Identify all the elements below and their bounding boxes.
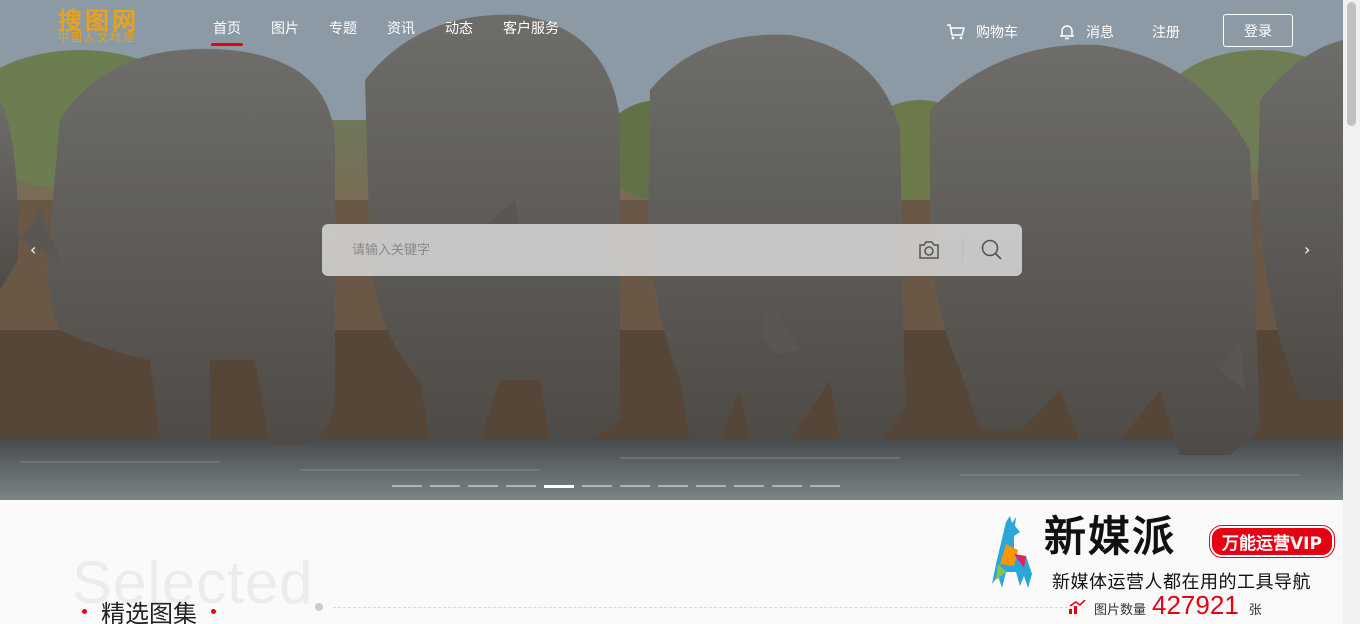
camera-icon[interactable] xyxy=(918,240,940,260)
carousel-dot[interactable] xyxy=(810,485,840,487)
count-label: 图片数量 xyxy=(1094,603,1147,618)
messages-label: 消息 xyxy=(1086,25,1114,41)
carousel-dot[interactable] xyxy=(506,485,536,487)
hero-banner[interactable]: 搜图网 中国人文地理 首页 图片 专题 资讯 动态 客户服务 购物车 消息 注册… xyxy=(0,0,1343,500)
scrollbar-thumb[interactable] xyxy=(1347,2,1356,126)
user-nav: 购物车 消息 注册 xyxy=(946,20,1180,44)
divider-dot xyxy=(315,603,323,611)
carousel-prev-arrow[interactable]: ‹ xyxy=(30,240,36,259)
carousel-dot[interactable] xyxy=(734,485,764,487)
carousel-dot[interactable] xyxy=(468,485,498,487)
main-nav: 首页 图片 专题 资讯 动态 客户服务 xyxy=(200,18,589,46)
carousel-dot[interactable] xyxy=(696,485,726,487)
divider-line xyxy=(333,607,1068,608)
nav-item-updates[interactable]: 动态 xyxy=(445,18,473,46)
ad-badge: 万能运营VIP xyxy=(1210,526,1334,557)
carousel-dot[interactable] xyxy=(430,485,460,487)
cart-label: 购物车 xyxy=(976,25,1018,41)
search-icon[interactable] xyxy=(980,238,1004,262)
messages-link[interactable]: 消息 xyxy=(1058,22,1114,42)
carousel-next-arrow[interactable]: › xyxy=(1304,240,1310,259)
carousel-dot[interactable] xyxy=(392,485,422,487)
ad-banner[interactable]: 新媒派 万能运营VIP 新媒体运营人都在用的工具导航 xyxy=(984,510,1343,600)
nav-item-topics[interactable]: 专题 xyxy=(329,18,357,46)
title-dot xyxy=(211,609,216,614)
deer-logo-icon xyxy=(992,516,1032,588)
title-dot xyxy=(82,609,87,614)
nav-item-customer-service[interactable]: 客户服务 xyxy=(503,18,559,46)
carousel-dot[interactable] xyxy=(658,485,688,487)
bell-icon xyxy=(1060,25,1074,40)
nav-item-pictures[interactable]: 图片 xyxy=(271,18,299,46)
carousel-dot[interactable] xyxy=(620,485,650,487)
carousel-dot[interactable] xyxy=(582,485,612,487)
section-title: 精选图集 xyxy=(82,594,230,624)
top-navigation-bar: 搜图网 中国人文地理 首页 图片 专题 资讯 动态 客户服务 购物车 消息 注册… xyxy=(0,0,1343,60)
nav-item-home[interactable]: 首页 xyxy=(211,18,243,46)
chart-trend-icon xyxy=(1069,600,1086,614)
vertical-scrollbar[interactable] xyxy=(1343,0,1360,624)
logo-sub-text: 中国人文地理 xyxy=(58,31,136,44)
search-bar xyxy=(322,224,1022,276)
ad-title: 新媒派 xyxy=(1044,512,1177,561)
register-link[interactable]: 注册 xyxy=(1152,22,1180,42)
search-input[interactable] xyxy=(322,224,902,276)
nav-item-news[interactable]: 资讯 xyxy=(387,18,415,46)
image-count: 图片数量 427921 张 xyxy=(1068,590,1262,621)
carousel-dot[interactable] xyxy=(544,485,574,488)
site-logo[interactable]: 搜图网 中国人文地理 xyxy=(58,8,158,48)
login-button[interactable]: 登录 xyxy=(1223,14,1293,47)
count-value: 427921 xyxy=(1152,590,1239,620)
search-divider xyxy=(962,238,963,262)
count-unit: 张 xyxy=(1248,603,1262,618)
carousel-indicators xyxy=(392,485,848,488)
cart-icon xyxy=(947,24,965,40)
cart-link[interactable]: 购物车 xyxy=(946,22,1018,42)
section-title-text: 精选图集 xyxy=(101,600,197,624)
carousel-dot[interactable] xyxy=(772,485,802,487)
